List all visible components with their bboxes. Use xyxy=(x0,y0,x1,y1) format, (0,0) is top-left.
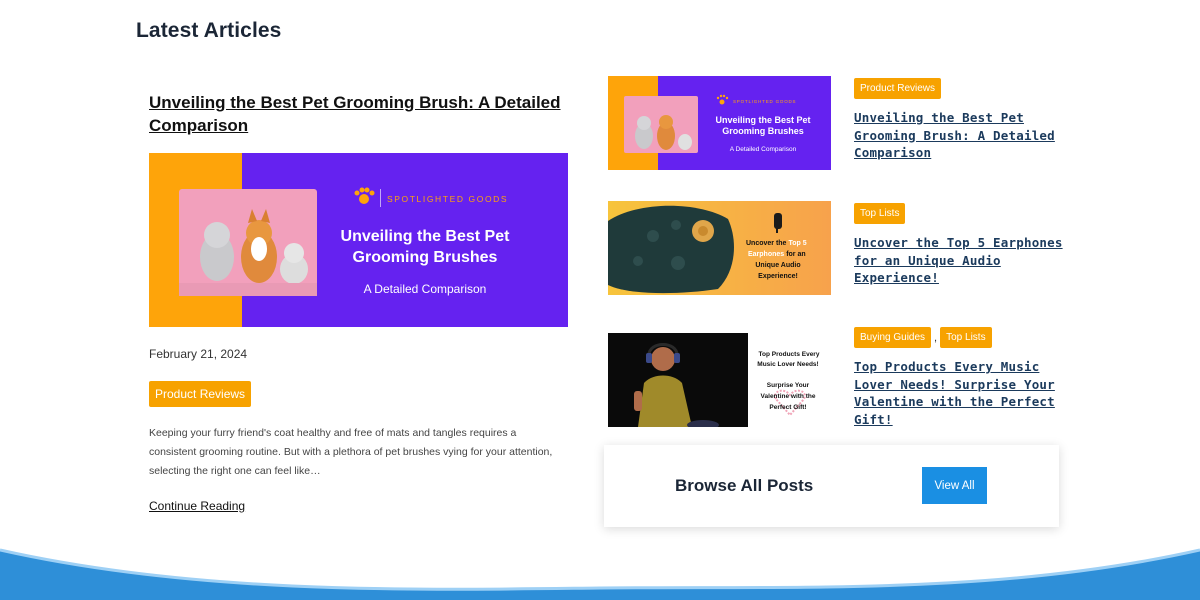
svg-text:A Detailed Comparison: A Detailed Comparison xyxy=(730,146,797,153)
svg-text:Valentine with the: Valentine with the xyxy=(761,393,816,400)
svg-text:Perfect Gift!: Perfect Gift! xyxy=(769,404,806,411)
vinyl-illustration xyxy=(608,205,734,294)
side-article-1-title[interactable]: Unveiling the Best Pet Grooming Brush: A… xyxy=(854,109,1064,162)
svg-text:SPOTLIGHTED GOODS: SPOTLIGHTED GOODS xyxy=(733,99,796,104)
svg-text:Surprise Your: Surprise Your xyxy=(767,382,810,389)
brand-name: SPOTLIGHTED GOODS xyxy=(387,194,508,204)
svg-text:Earphonesfor an: Earphones for an xyxy=(748,251,806,258)
svg-text:Experience!: Experience! xyxy=(758,273,798,280)
featured-image-subline: A Detailed Comparison xyxy=(364,282,487,296)
side-article-2-title[interactable]: Uncover the Top 5 Earphones for an Uniqu… xyxy=(854,234,1064,287)
browse-all-posts-box: Browse All Posts View All xyxy=(604,445,1059,527)
side-article-3-tag-1[interactable]: Buying Guides xyxy=(854,327,932,348)
side-article-3-tag-2[interactable]: Top Lists xyxy=(940,327,992,348)
svg-text:Top Products Every: Top Products Every xyxy=(759,351,820,358)
tag-separator: , xyxy=(934,331,938,344)
featured-article-image[interactable]: SPOTLIGHTED GOODS Unveiling the Best Pet… xyxy=(149,153,568,327)
side-article-2-tags: Top Lists xyxy=(854,203,906,224)
section-title: Latest Articles xyxy=(136,19,282,42)
side-article-3-tags: Buying Guides , Top Lists xyxy=(854,327,992,348)
side-article-1-thumbnail[interactable]: SPOTLIGHTED GOODS Unveiling the Best Pet… xyxy=(608,76,831,170)
view-all-button[interactable]: View All xyxy=(922,467,987,504)
side-article-1-tags: Product Reviews xyxy=(854,78,942,99)
featured-article-tag[interactable]: Product Reviews xyxy=(149,381,252,407)
featured-image-headline-2: Grooming Brushes xyxy=(353,249,498,266)
footer-wave xyxy=(0,548,1200,600)
svg-text:Music Lover Needs!: Music Lover Needs! xyxy=(757,361,818,368)
side-article-3-thumbnail[interactable]: Top Products Every Music Lover Needs! Su… xyxy=(608,333,831,427)
featured-article-excerpt: Keeping your furry friend's coat healthy… xyxy=(149,427,553,477)
side-article-2-tag[interactable]: Top Lists xyxy=(854,203,906,224)
featured-image-headline-1: Unveiling the Best Pet xyxy=(341,228,511,245)
browse-all-posts-label: Browse All Posts xyxy=(675,476,814,495)
svg-text:Uncover theTop 5: Uncover the Top 5 xyxy=(746,240,807,247)
side-article-1-tag[interactable]: Product Reviews xyxy=(854,78,942,99)
featured-article-title[interactable]: Unveiling the Best Pet Grooming Brush: A… xyxy=(149,91,569,137)
svg-text:Unique Audio: Unique Audio xyxy=(755,262,800,269)
continue-reading-link[interactable]: Continue Reading xyxy=(149,499,245,513)
side-article-2-thumbnail[interactable]: Uncover the Top 5 Earphones for an Unique … xyxy=(608,201,831,295)
featured-article-date: February 21, 2024 xyxy=(149,347,248,361)
side-article-3-title[interactable]: Top Products Every Music Lover Needs! Su… xyxy=(854,358,1064,428)
svg-text:Unveiling the Best Pet: Unveiling the Best Pet xyxy=(715,115,810,125)
svg-text:Grooming Brushes: Grooming Brushes xyxy=(722,126,804,136)
